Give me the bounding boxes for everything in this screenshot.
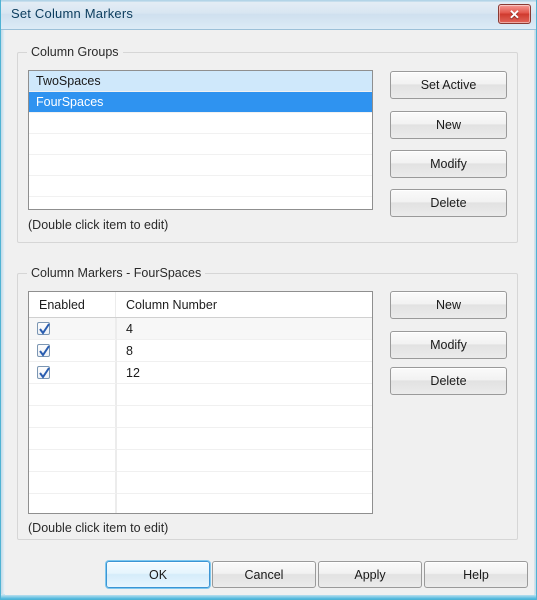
help-button-label: Help <box>463 567 489 582</box>
list-item-empty[interactable] <box>29 155 372 176</box>
dialog-window: Set Column Markers ✕ Column Groups TwoSp… <box>0 0 537 600</box>
check-icon <box>39 345 50 357</box>
grid-column-divider <box>116 318 117 513</box>
cancel-button[interactable]: Cancel <box>212 561 316 588</box>
row-number-cell <box>116 384 372 405</box>
table-row[interactable]: 12 <box>29 362 372 384</box>
row-number-cell <box>116 472 372 493</box>
ok-button[interactable]: OK <box>106 561 210 588</box>
column-markers-hint: (Double click item to edit) <box>28 521 169 535</box>
close-button[interactable]: ✕ <box>498 4 531 24</box>
new-group-button-label: New <box>435 118 461 132</box>
row-number-cell <box>116 494 372 513</box>
row-number-cell: 4 <box>126 322 133 336</box>
list-item-empty[interactable] <box>29 134 372 155</box>
ok-button-label: OK <box>148 567 168 582</box>
row-enabled-cell <box>29 494 116 513</box>
set-active-button-label: Set Active <box>420 78 477 92</box>
list-item[interactable]: TwoSpaces <box>29 71 372 92</box>
column-groups-hint: (Double click item to edit) <box>28 218 169 232</box>
row-number-cell: 12 <box>126 366 140 380</box>
new-marker-button[interactable]: New <box>390 291 507 319</box>
row-enabled-cell <box>29 450 116 471</box>
check-icon <box>39 367 50 379</box>
enabled-checkbox[interactable] <box>37 322 50 335</box>
row-enabled-cell <box>29 472 116 493</box>
window-title: Set Column Markers <box>11 6 134 21</box>
delete-group-button[interactable]: Delete <box>390 189 507 217</box>
row-number-cell <box>116 428 372 449</box>
list-item-empty[interactable] <box>29 176 372 197</box>
row-enabled-cell <box>29 406 116 427</box>
table-row-empty[interactable] <box>29 472 372 494</box>
delete-group-button-label: Delete <box>430 196 467 210</box>
column-markers-legend: Column Markers - FourSpaces <box>27 266 206 280</box>
column-groups-list[interactable]: TwoSpaces FourSpaces <box>28 70 373 210</box>
list-item-label: FourSpaces <box>36 95 104 109</box>
table-row-empty[interactable] <box>29 428 372 450</box>
grid-header-row: Enabled Column Number <box>29 292 372 318</box>
list-item-label: TwoSpaces <box>36 74 101 88</box>
column-groups-legend: Column Groups <box>27 45 123 59</box>
row-number-cell <box>116 406 372 427</box>
enabled-checkbox[interactable] <box>37 344 50 357</box>
row-enabled-cell <box>29 384 116 405</box>
list-item-empty[interactable] <box>29 197 372 209</box>
list-item-empty[interactable] <box>29 113 372 134</box>
enabled-checkbox[interactable] <box>37 366 50 379</box>
list-item[interactable]: FourSpaces <box>29 92 372 113</box>
table-row[interactable]: 8 <box>29 340 372 362</box>
title-bar-accent <box>1 0 536 2</box>
row-enabled-cell <box>29 362 116 383</box>
new-marker-button-label: New <box>435 298 461 312</box>
title-bar[interactable]: Set Column Markers ✕ <box>1 0 536 30</box>
table-row-empty[interactable] <box>29 450 372 472</box>
column-header-number[interactable]: Column Number <box>116 292 372 317</box>
close-icon: ✕ <box>509 6 520 22</box>
row-number-cell: 8 <box>126 344 133 358</box>
table-row-empty[interactable] <box>29 384 372 406</box>
column-markers-grid[interactable]: Enabled Column Number 4 8 12 <box>28 291 373 514</box>
row-number-cell <box>116 450 372 471</box>
modify-marker-button[interactable]: Modify <box>390 331 507 359</box>
table-row-empty[interactable] <box>29 406 372 428</box>
cancel-button-label: Cancel <box>244 567 284 582</box>
delete-marker-button-label: Delete <box>430 374 467 388</box>
apply-button-label: Apply <box>354 567 386 582</box>
apply-button[interactable]: Apply <box>318 561 422 588</box>
modify-marker-button-label: Modify <box>430 338 467 352</box>
row-enabled-cell <box>29 318 116 339</box>
column-header-enabled[interactable]: Enabled <box>29 292 116 317</box>
modify-group-button-label: Modify <box>430 157 467 171</box>
new-group-button[interactable]: New <box>390 111 507 139</box>
delete-marker-button[interactable]: Delete <box>390 367 507 395</box>
set-active-button[interactable]: Set Active <box>390 71 507 99</box>
modify-group-button[interactable]: Modify <box>390 150 507 178</box>
help-button[interactable]: Help <box>424 561 528 588</box>
row-enabled-cell <box>29 428 116 449</box>
table-row[interactable]: 4 <box>29 318 372 340</box>
row-enabled-cell <box>29 340 116 361</box>
table-row-empty[interactable] <box>29 494 372 513</box>
grid-body: 4 8 12 <box>29 318 372 513</box>
check-icon <box>39 323 50 335</box>
